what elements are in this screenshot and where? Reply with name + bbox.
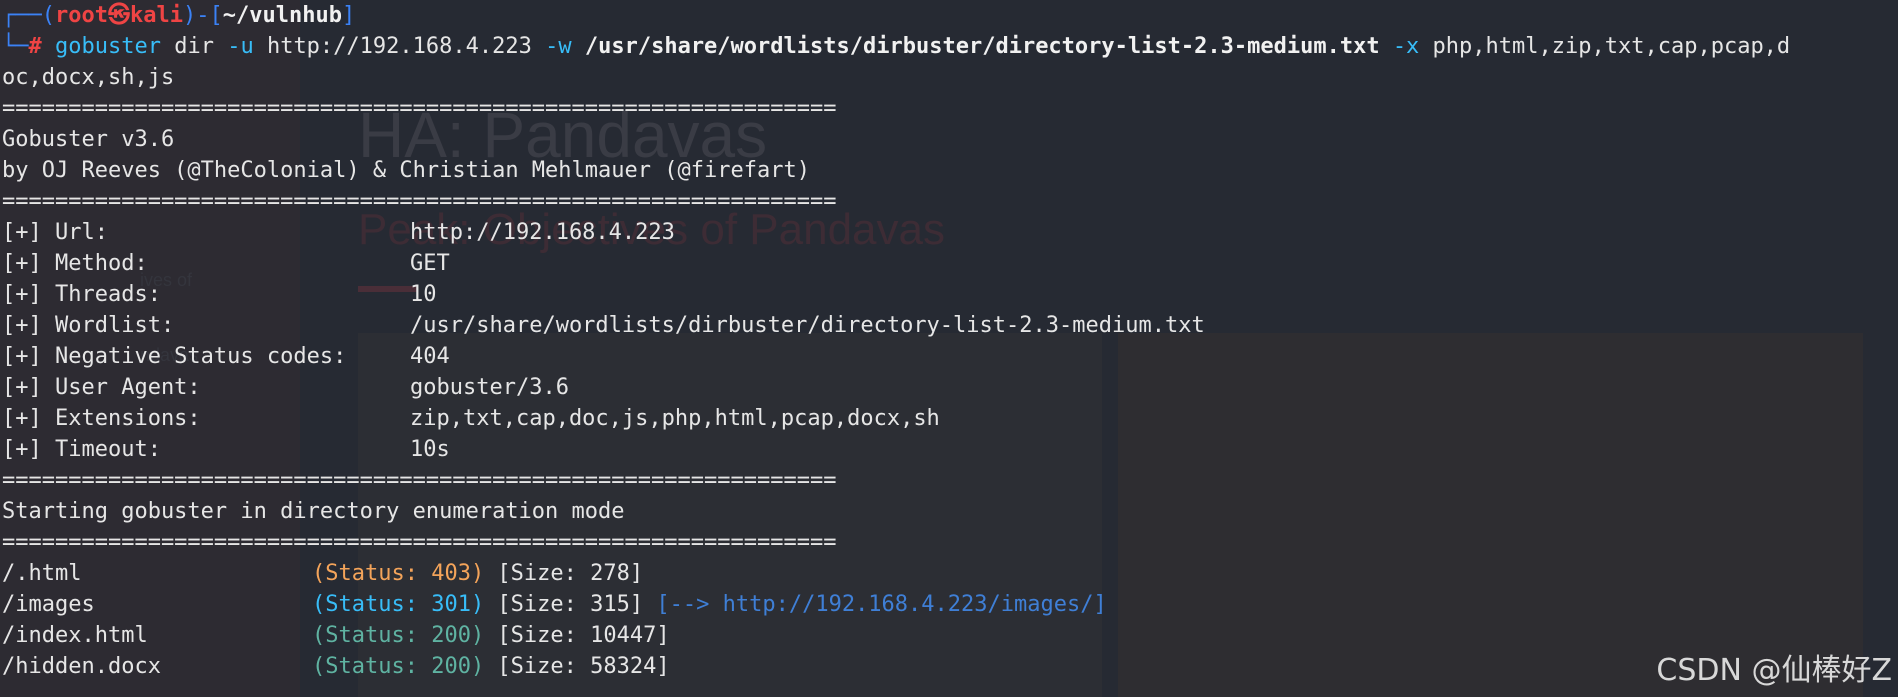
result-path: /hidden.docx <box>2 654 161 679</box>
config-value: GET <box>410 251 450 276</box>
result-status: (Status: 301) <box>312 592 485 617</box>
separator: ========================================… <box>2 189 837 214</box>
config-value: gobuster/3.6 <box>410 375 569 400</box>
separator: ========================================… <box>2 530 837 555</box>
banner-version: Gobuster v3.6 <box>2 127 175 152</box>
config-row: [+] Timeout: 10s <box>2 434 1898 465</box>
config-key: [+] Timeout: <box>2 437 161 462</box>
prompt-hash: # <box>28 34 55 59</box>
config-key: [+] Wordlist: <box>2 313 175 338</box>
terminal-output[interactable]: ┌──(root㉿kali)-[~/vulnhub] └─# gobuster … <box>0 0 1898 697</box>
result-size: [Size: 278] <box>484 561 644 586</box>
result-status: (Status: 200) <box>312 623 485 648</box>
watermark: CSDN @仙棒好Z <box>1656 653 1892 688</box>
result-row: /images (Status: 301) [Size: 315] [--> ht… <box>2 589 1898 620</box>
config-value: 10 <box>410 282 437 307</box>
command-subcommand: dir <box>160 34 228 59</box>
separator: ========================================… <box>2 96 837 121</box>
prompt-at-symbol: ㉿ <box>107 3 130 28</box>
command-flag: -w <box>545 34 572 59</box>
prompt-corner: ┌── <box>2 3 42 28</box>
command-flag: -x <box>1392 34 1420 59</box>
result-row: /hidden.docx (Status: 200) [Size: 58324] <box>2 651 1898 682</box>
command-wordlist: /usr/share/wordlists/dirbuster/directory… <box>571 34 1393 59</box>
config-key: [+] Negative Status codes: <box>2 344 347 369</box>
result-row: /index.html (Status: 200) [Size: 10447] <box>2 620 1898 651</box>
config-row: [+] Negative Status codes: 404 <box>2 341 1898 372</box>
prompt-bracket: ] <box>341 3 356 28</box>
config-key: [+] Method: <box>2 251 148 276</box>
prompt-bracket: )-[ <box>182 3 223 28</box>
config-value: 10s <box>410 437 450 462</box>
result-path: /.html <box>2 561 82 586</box>
prompt-corner: └─ <box>2 34 29 59</box>
config-key: [+] User Agent: <box>2 375 201 400</box>
config-value: zip,txt,cap,doc,js,php,html,pcap,docx,sh <box>410 406 940 431</box>
result-size: [Size: 10447] <box>484 623 670 648</box>
prompt-user: root <box>55 3 108 28</box>
command-flag: -u <box>227 34 254 59</box>
config-key: [+] Threads: <box>2 282 161 307</box>
separator: ========================================… <box>2 468 837 493</box>
config-value: /usr/share/wordlists/dirbuster/directory… <box>410 313 1205 338</box>
config-row: [+] Url: http://192.168.4.223 <box>2 217 1898 248</box>
result-size: [Size: 58324] <box>484 654 670 679</box>
config-value: http://192.168.4.223 <box>410 220 675 245</box>
config-row: [+] Wordlist: /usr/share/wordlists/dirbus… <box>2 310 1898 341</box>
prompt-host: kali <box>130 3 183 28</box>
config-row: [+] Threads: 10 <box>2 279 1898 310</box>
prompt-cwd: ~/vulnhub <box>222 3 342 28</box>
prompt-line: ┌──(root㉿kali)-[~/vulnhub] <box>2 0 1898 31</box>
command-url: http://192.168.4.223 <box>253 34 546 59</box>
command-extensions: php,html,zip,txt,cap,pcap,d <box>1419 34 1791 59</box>
config-value: 404 <box>410 344 450 369</box>
result-path: /images <box>2 592 95 617</box>
command-line-wrap: oc,docx,sh,js <box>2 65 175 90</box>
result-redirect-link[interactable]: [--> http://192.168.4.223/images/] <box>643 592 1106 617</box>
result-status: (Status: 200) <box>312 654 485 679</box>
banner-authors: by OJ Reeves (@TheColonial) & Christian … <box>2 158 810 183</box>
start-message: Starting gobuster in directory enumerati… <box>2 499 625 524</box>
config-row: [+] Method: GET <box>2 248 1898 279</box>
result-size: [Size: 315] <box>484 592 644 617</box>
command-tool: gobuster <box>55 34 161 59</box>
result-path: /index.html <box>2 623 148 648</box>
config-row: [+] Extensions: zip,txt,cap,doc,js,php,ht… <box>2 403 1898 434</box>
command-line: └─# gobuster dir -u http://192.168.4.223… <box>2 31 1898 62</box>
config-key: [+] Extensions: <box>2 406 201 431</box>
config-key: [+] Url: <box>2 220 108 245</box>
config-row: [+] User Agent: gobuster/3.6 <box>2 372 1898 403</box>
result-row: /.html (Status: 403) [Size: 278] <box>2 558 1898 589</box>
prompt-bracket: ( <box>41 3 55 28</box>
result-status: (Status: 403) <box>312 561 485 586</box>
